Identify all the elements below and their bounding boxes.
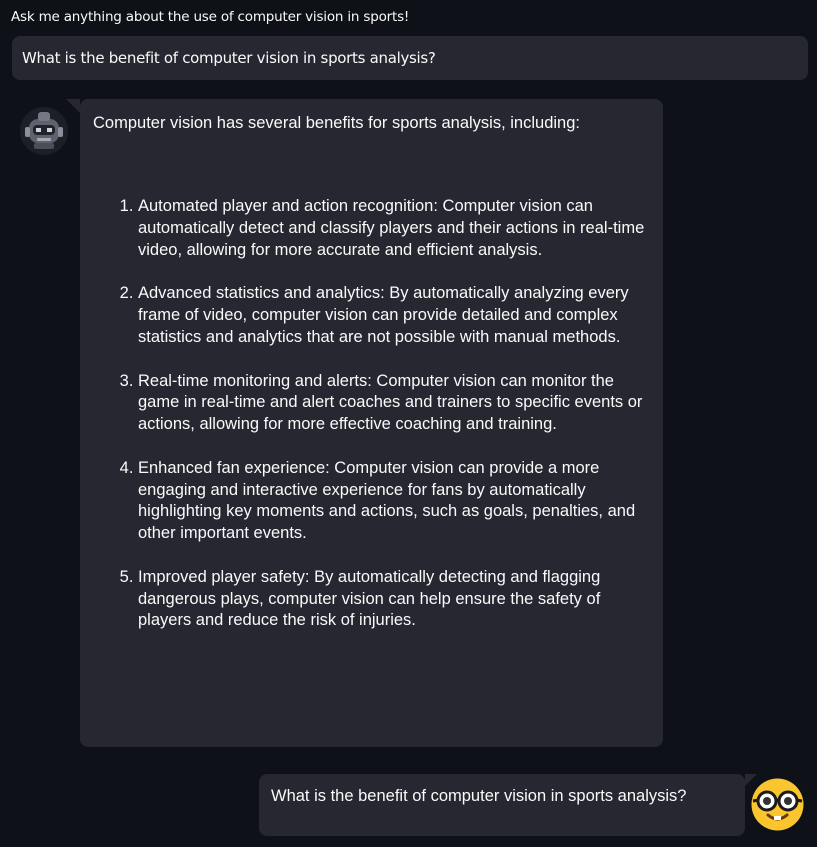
bot-avatar: [19, 106, 69, 156]
user-message-bubble: What is the benefit of computer vision i…: [259, 774, 757, 836]
nerd-face-icon: [751, 778, 804, 831]
benefits-list: Automated player and action recognition:…: [93, 196, 653, 654]
list-item: Advanced statistics and analytics: By au…: [138, 283, 653, 348]
list-item: Automated player and action recognition:…: [138, 196, 653, 261]
list-item: Enhanced fan experience: Computer vision…: [138, 458, 653, 545]
bot-message-bubble: Computer vision has several benefits for…: [66, 99, 663, 747]
list-item: Improved player safety: By automatically…: [138, 567, 653, 632]
prompt-label: Ask me anything about the use of compute…: [11, 9, 410, 25]
list-item: Real-time monitoring and alerts: Compute…: [138, 371, 653, 436]
user-avatar: [750, 777, 805, 832]
question-input[interactable]: What is the benefit of computer vision i…: [12, 36, 808, 80]
robot-icon: [20, 107, 68, 155]
user-message-text: What is the benefit of computer vision i…: [271, 787, 687, 805]
bot-message-intro: Computer vision has several benefits for…: [93, 114, 580, 132]
